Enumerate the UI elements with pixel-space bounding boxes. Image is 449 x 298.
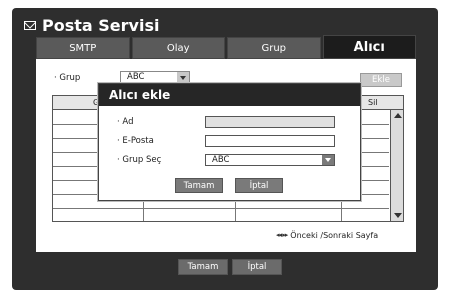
tab-olay[interactable]: Olay (131, 37, 225, 59)
chevron-down-icon[interactable] (177, 72, 189, 83)
dialog-title: Alıcı ekle (99, 84, 360, 106)
dialog-cancel-button[interactable]: İptal (235, 178, 283, 193)
group-filter-value: ABC (127, 72, 145, 82)
add-recipient-dialog: Alıcı ekle · Ad · E-Posta · Grup Seç ABC… (98, 83, 361, 201)
tab-alici[interactable]: Alıcı (322, 35, 416, 59)
group-select-label: · Grup Seç (117, 155, 162, 165)
add-button[interactable]: Ekle (360, 73, 402, 87)
email-label: · E-Posta (117, 136, 154, 146)
page-title: Posta Servisi (42, 15, 160, 35)
scroll-up-icon[interactable] (394, 113, 402, 118)
group-select-value: ABC (212, 155, 230, 165)
tab-smtp[interactable]: SMTP (36, 37, 130, 59)
group-filter-label: · Grup (54, 73, 81, 83)
tab-grup[interactable]: Grup (227, 37, 321, 59)
table-scrollbar[interactable] (390, 110, 403, 221)
table-row (53, 208, 389, 209)
name-field[interactable] (205, 116, 335, 128)
chevron-down-icon[interactable] (322, 155, 334, 165)
name-label: · Ad (117, 117, 134, 127)
scroll-down-icon[interactable] (394, 213, 402, 218)
group-select[interactable]: ABC (205, 154, 335, 166)
table-header-delete: Sil (368, 98, 378, 107)
pager[interactable]: ◂◂ ▸▸ Önceki /Sonraki Sayfa (276, 231, 378, 240)
dialog-ok-button[interactable]: Tamam (175, 178, 223, 193)
ok-button[interactable]: Tamam (178, 259, 228, 275)
pager-label: Önceki /Sonraki Sayfa (290, 231, 379, 240)
cancel-button[interactable]: İptal (232, 259, 282, 275)
mail-icon (24, 20, 36, 30)
prev-next-icon[interactable]: ◂◂ ▸▸ (276, 231, 288, 240)
title-bar: Posta Servisi (24, 14, 159, 36)
email-field[interactable] (205, 135, 335, 147)
tab-bar: SMTP Olay Grup Alıcı (36, 35, 416, 59)
